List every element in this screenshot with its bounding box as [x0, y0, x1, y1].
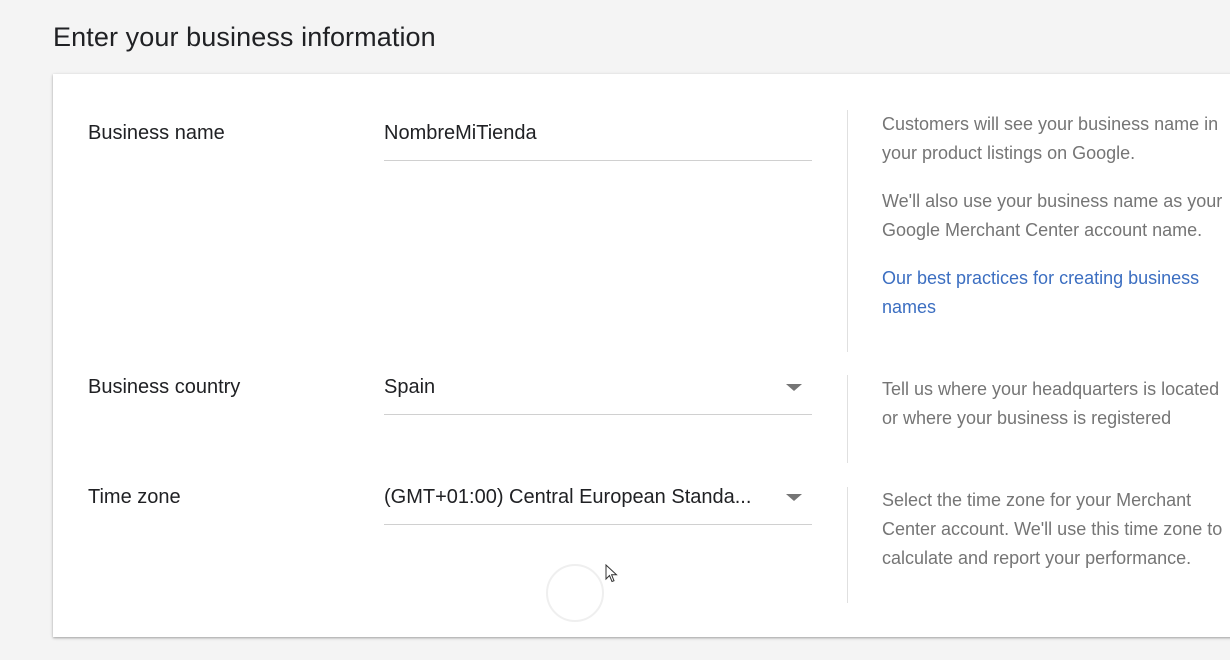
time-zone-help: Select the time zone for your Merchant C… — [882, 490, 1223, 568]
time-zone-value: (GMT+01:00) Central European Standa... — [384, 486, 752, 508]
business-name-input[interactable] — [384, 122, 804, 145]
mouse-pointer-icon — [605, 564, 618, 583]
business-name-help-text-1: Customers will see your business name in… — [882, 114, 1219, 163]
loading-spinner-icon — [546, 564, 604, 622]
divider — [847, 487, 848, 603]
business-country-select[interactable]: Spain — [384, 374, 812, 415]
business-name-field[interactable] — [384, 120, 812, 161]
business-country-label: Business country — [88, 376, 241, 398]
business-name-help: Customers will see your business name in… — [882, 110, 1227, 341]
time-zone-select[interactable]: (GMT+01:00) Central European Standa... — [384, 484, 812, 525]
business-country-value: Spain — [384, 376, 436, 398]
business-name-help-text-2: We'll also use your business name as you… — [882, 191, 1223, 240]
time-zone-label: Time zone — [88, 486, 181, 508]
chevron-down-icon — [786, 384, 802, 391]
page-title: Enter your business information — [53, 22, 436, 52]
chevron-down-icon — [786, 494, 802, 501]
business-country-help: Tell us where your headquarters is locat… — [882, 379, 1220, 428]
divider — [847, 110, 848, 352]
best-practices-link[interactable]: Our best practices for creating business… — [882, 268, 1199, 317]
divider — [847, 375, 848, 463]
business-info-card: Business name Customers will see your bu… — [53, 74, 1230, 637]
business-name-label: Business name — [88, 122, 225, 144]
